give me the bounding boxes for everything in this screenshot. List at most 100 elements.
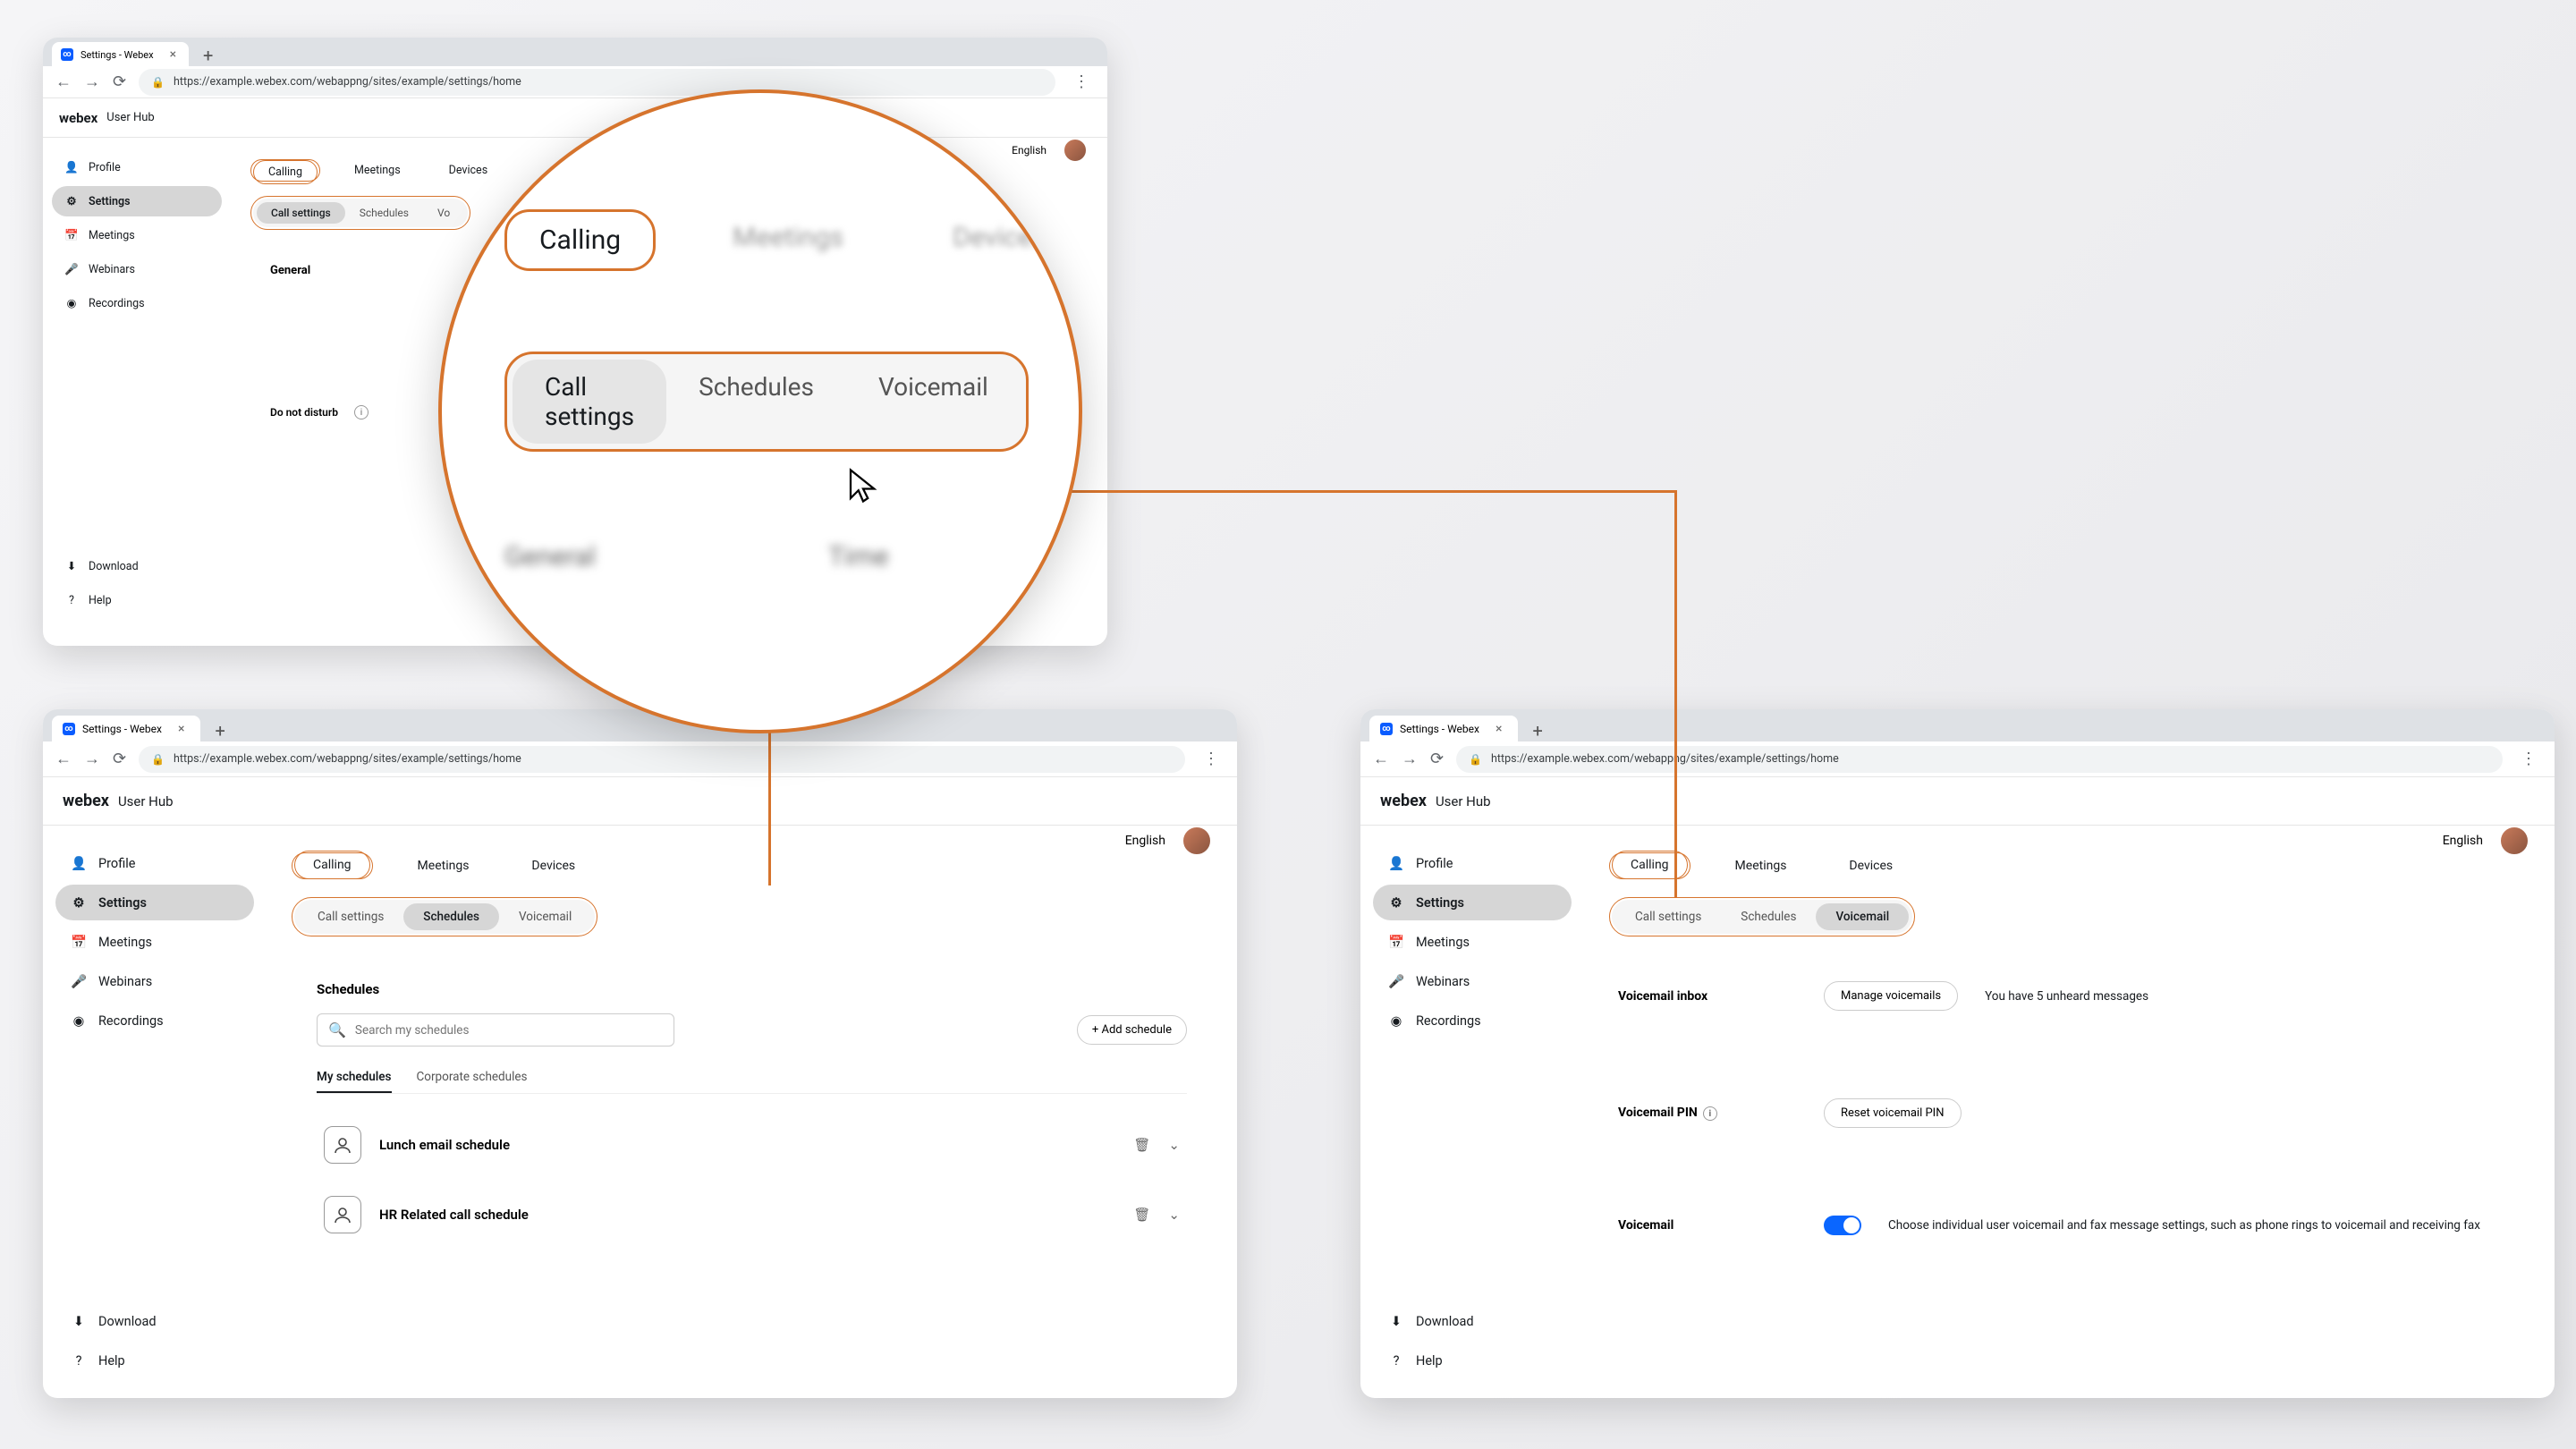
sidebar-item-profile[interactable]: 👤Profile <box>55 845 254 881</box>
browser-address-bar: ← → ⟳ 🔒 https://example.webex.com/webapp… <box>43 66 1107 98</box>
subtab-callsettings[interactable]: Call settings <box>257 202 345 224</box>
chevron-down-icon[interactable]: ⌄ <box>1168 1137 1180 1153</box>
subtab-voicemail[interactable]: Voicemail <box>499 903 591 930</box>
sidebar-label: Webinars <box>1416 974 1470 989</box>
sidebar-item-recordings[interactable]: ◉Recordings <box>52 288 222 318</box>
tab-meetings[interactable]: Meetings <box>340 159 415 182</box>
subtab-voicemail[interactable]: Voicemail <box>1816 903 1909 930</box>
sidebar-item-meetings[interactable]: 📅Meetings <box>55 924 254 960</box>
zoom-tab-calling[interactable]: Calling <box>504 209 656 271</box>
sidebar-item-webinars[interactable]: 🎤Webinars <box>52 254 222 284</box>
sidebar-item-recordings[interactable]: ◉Recordings <box>1373 1003 1572 1038</box>
zoom-subtab-schedules[interactable]: Schedules <box>666 360 846 444</box>
zoom-subtab-voicemail[interactable]: Voicemail <box>846 360 1021 444</box>
forward-button[interactable]: → <box>84 750 100 768</box>
browser-tab[interactable]: ∞ Settings - Webex × <box>1369 716 1518 741</box>
sidebar-item-download[interactable]: ⬇Download <box>1373 1303 1572 1339</box>
voicemail-toggle[interactable] <box>1824 1216 1861 1235</box>
tab-devices[interactable]: Devices <box>435 159 502 182</box>
subtab-callsettings[interactable]: Call settings <box>298 903 403 930</box>
delete-icon[interactable]: 🗑 <box>1133 1207 1150 1223</box>
back-button[interactable]: ← <box>1373 750 1389 768</box>
reset-pin-button[interactable]: Reset voicemail PIN <box>1824 1098 1962 1128</box>
calendar-icon: 📅 <box>70 933 88 951</box>
subtab-callsettings[interactable]: Call settings <box>1615 903 1721 930</box>
sidebar-item-webinars[interactable]: 🎤Webinars <box>1373 963 1572 999</box>
schedule-item[interactable]: HR Related call schedule 🗑 ⌄ <box>317 1180 1187 1250</box>
tab-meetings[interactable]: Meetings <box>400 852 487 879</box>
schedtab-corporate[interactable]: Corporate schedules <box>417 1063 528 1093</box>
info-icon[interactable]: i <box>354 405 369 419</box>
browser-menu-icon[interactable]: ⋮ <box>2515 750 2542 768</box>
tab-close-icon[interactable]: × <box>170 47 176 62</box>
language-selector[interactable]: English <box>1125 834 1165 848</box>
avatar[interactable] <box>1063 138 1088 163</box>
browser-menu-icon[interactable]: ⋮ <box>1198 750 1224 768</box>
schedtab-my[interactable]: My schedules <box>317 1063 392 1093</box>
gear-icon: ⚙ <box>1387 894 1405 911</box>
sidebar-item-meetings[interactable]: 📅Meetings <box>52 220 222 250</box>
language-selector[interactable]: English <box>2443 834 2483 848</box>
profile-icon: 👤 <box>63 158 80 176</box>
reload-button[interactable]: ⟳ <box>113 72 126 91</box>
sidebar-item-help[interactable]: ?Help <box>55 1343 254 1378</box>
language-selector[interactable]: English <box>1012 144 1046 157</box>
tab-close-icon[interactable]: × <box>178 722 184 736</box>
tab-devices[interactable]: Devices <box>513 852 593 879</box>
search-input[interactable] <box>355 1023 663 1038</box>
sidebar-item-meetings[interactable]: 📅Meetings <box>1373 924 1572 960</box>
sidebar-label: Recordings <box>1416 1013 1481 1029</box>
schedule-search[interactable]: 🔍 <box>317 1013 674 1046</box>
avatar[interactable] <box>2499 826 2529 856</box>
avatar[interactable] <box>1182 826 1212 856</box>
subtab-voicemail[interactable]: Vo <box>423 202 464 224</box>
back-button[interactable]: ← <box>55 750 72 768</box>
sidebar-item-profile[interactable]: 👤Profile <box>1373 845 1572 881</box>
hub-label: User Hub <box>106 111 154 124</box>
favicon-icon: ∞ <box>63 723 75 735</box>
sidebar-item-settings[interactable]: ⚙Settings <box>1373 885 1572 920</box>
info-icon[interactable]: i <box>1703 1106 1717 1121</box>
sidebar-item-download[interactable]: ⬇Download <box>52 551 222 581</box>
add-schedule-button[interactable]: + Add schedule <box>1077 1015 1187 1045</box>
tab-close-icon[interactable]: × <box>1496 722 1502 736</box>
forward-button[interactable]: → <box>84 72 100 91</box>
subtab-schedules[interactable]: Schedules <box>1721 903 1816 930</box>
reload-button[interactable]: ⟳ <box>1430 750 1444 768</box>
chevron-down-icon[interactable]: ⌄ <box>1168 1207 1180 1223</box>
back-button[interactable]: ← <box>55 72 72 91</box>
sidebar-item-webinars[interactable]: 🎤Webinars <box>55 963 254 999</box>
browser-menu-icon[interactable]: ⋮ <box>1068 72 1095 91</box>
tab-meetings[interactable]: Meetings <box>1717 852 1805 879</box>
new-tab-button[interactable]: + <box>208 720 232 741</box>
new-tab-button[interactable]: + <box>196 45 220 66</box>
url-field[interactable]: 🔒 https://example.webex.com/webappng/sit… <box>139 69 1055 96</box>
manage-voicemails-button[interactable]: Manage voicemails <box>1824 981 1958 1011</box>
vm-label: Voicemail <box>1618 1218 1797 1233</box>
sidebar-item-recordings[interactable]: ◉Recordings <box>55 1003 254 1038</box>
schedule-item[interactable]: Lunch email schedule 🗑 ⌄ <box>317 1110 1187 1180</box>
new-tab-button[interactable]: + <box>1525 720 1549 741</box>
zoom-subtab-callsettings[interactable]: Call settings <box>513 360 666 444</box>
reload-button[interactable]: ⟳ <box>113 750 126 768</box>
tab-calling[interactable]: Calling <box>253 160 318 184</box>
sidebar-item-settings[interactable]: ⚙Settings <box>52 186 222 216</box>
browser-tab[interactable]: ∞ Settings - Webex × <box>52 716 200 741</box>
browser-tab[interactable]: ∞ Settings - Webex × <box>52 42 189 66</box>
sidebar-item-download[interactable]: ⬇Download <box>55 1303 254 1339</box>
sidebar-item-settings[interactable]: ⚙Settings <box>55 885 254 920</box>
subtab-schedules[interactable]: Schedules <box>345 202 423 224</box>
delete-icon[interactable]: 🗑 <box>1133 1137 1150 1153</box>
forward-button[interactable]: → <box>1402 750 1418 768</box>
subtab-schedules[interactable]: Schedules <box>403 903 499 930</box>
tab-devices[interactable]: Devices <box>1831 852 1911 879</box>
sidebar-item-help[interactable]: ?Help <box>1373 1343 1572 1378</box>
tab-calling[interactable]: Calling <box>294 851 370 879</box>
schedules-panel: Schedules 🔍 + Add schedule My schedules … <box>292 960 1212 1271</box>
sidebar-item-help[interactable]: ?Help <box>52 585 222 615</box>
url-text: https://example.webex.com/webappng/sites… <box>174 752 521 766</box>
sidebar-label: Webinars <box>89 263 135 276</box>
url-field[interactable]: 🔒 https://example.webex.com/webappng/sit… <box>1456 746 2503 773</box>
url-field[interactable]: 🔒 https://example.webex.com/webappng/sit… <box>139 746 1185 773</box>
sidebar-item-profile[interactable]: 👤Profile <box>52 152 222 182</box>
